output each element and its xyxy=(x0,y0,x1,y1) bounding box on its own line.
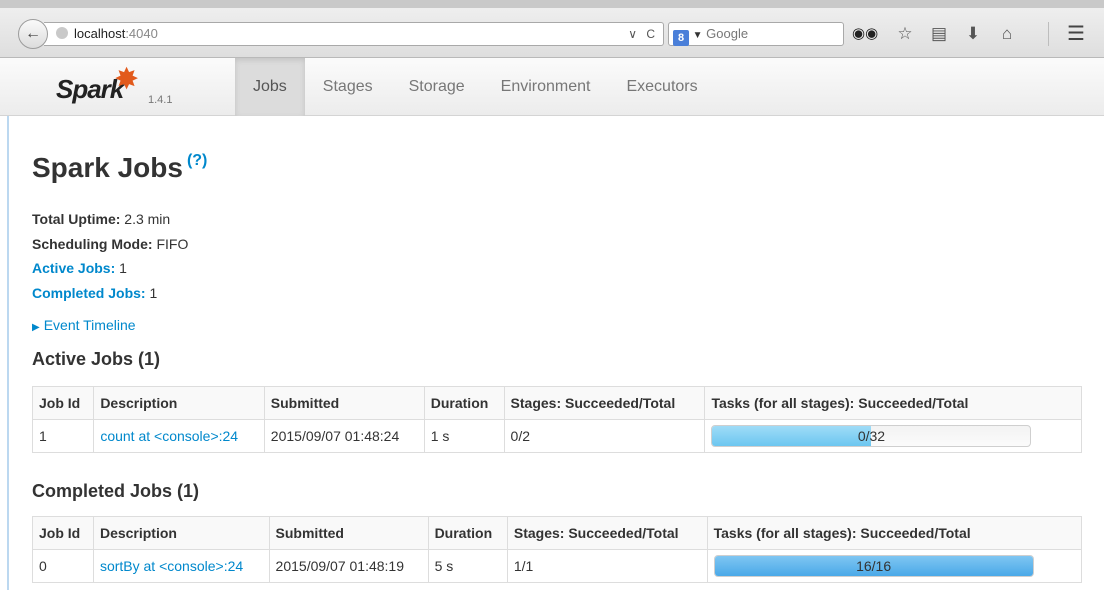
job-duration: 1 s xyxy=(423,419,505,453)
tab-environment[interactable]: Environment xyxy=(483,58,609,116)
search-input[interactable]: 8 ▼ Google xyxy=(668,22,844,46)
tab-strip xyxy=(0,0,1104,8)
col-description[interactable]: Description xyxy=(92,516,270,550)
job-description-link[interactable]: sortBy at <console>:24 xyxy=(92,549,270,583)
table-header-row: Job Id Description Submitted Duration St… xyxy=(31,386,1082,420)
progress-label: 0/32 xyxy=(857,428,886,444)
job-id: 0 xyxy=(32,549,94,583)
menu-icon[interactable]: ☰ xyxy=(1062,21,1090,47)
completed-jobs-title[interactable]: Completed Jobs (1) xyxy=(32,481,199,502)
job-stages: 0/2 xyxy=(503,419,706,453)
back-button[interactable]: ← xyxy=(18,19,48,49)
col-job-id[interactable]: Job Id xyxy=(32,516,94,550)
tasks-progress-bar: 16/16 xyxy=(713,555,1034,577)
spark-navbar: Spark ✸ 1.4.1 Jobs Stages Storage Enviro… xyxy=(0,58,1104,116)
completed-jobs-link[interactable]: Completed Jobs: xyxy=(32,285,146,301)
summary-mode: Scheduling Mode: FIFO xyxy=(32,232,188,257)
job-tasks: 0/32 xyxy=(704,419,1082,453)
summary-uptime: Total Uptime: 2.3 min xyxy=(32,207,188,232)
active-jobs-link[interactable]: Active Jobs: xyxy=(32,260,115,276)
tab-executors[interactable]: Executors xyxy=(608,58,715,116)
tab-storage[interactable]: Storage xyxy=(391,58,483,116)
mode-value: FIFO xyxy=(156,235,189,252)
clipboard-icon[interactable]: ▤ xyxy=(922,21,956,47)
page-title-text: Spark Jobs xyxy=(32,152,183,183)
completed-jobs-count: 1 xyxy=(149,284,158,301)
nav-tabs: Jobs Stages Storage Environment Executor… xyxy=(235,58,716,116)
tab-stages[interactable]: Stages xyxy=(305,58,391,116)
help-link[interactable]: (?) xyxy=(187,152,207,169)
tab-jobs[interactable]: Jobs xyxy=(235,58,305,116)
active-jobs-count: 1 xyxy=(119,260,127,276)
page-edge xyxy=(7,116,9,590)
job-id: 1 xyxy=(31,419,95,453)
divider xyxy=(1048,22,1049,46)
url-bar[interactable]: localhost:4040 ∨ C xyxy=(44,22,664,46)
col-submitted[interactable]: Submitted xyxy=(268,516,429,550)
table-header-row: Job Id Description Submitted Duration St… xyxy=(32,516,1083,550)
spark-star-icon: ✸ xyxy=(114,63,140,96)
chevron-down-icon[interactable]: ∨ xyxy=(628,27,637,41)
summary-completed[interactable]: Completed Jobs: 1 xyxy=(32,281,188,306)
chevron-down-icon[interactable]: ▼ xyxy=(693,30,703,41)
col-tasks[interactable]: Tasks (for all stages): Succeeded/Total xyxy=(704,386,1082,420)
col-description[interactable]: Description xyxy=(93,386,265,420)
job-submitted: 2015/09/07 01:48:19 xyxy=(268,549,429,583)
mode-label: Scheduling Mode: xyxy=(32,235,153,252)
col-duration[interactable]: Duration xyxy=(423,386,505,420)
progress-label: 16/16 xyxy=(856,558,892,574)
col-stages[interactable]: Stages: Succeeded/Total xyxy=(506,516,708,550)
tasks-progress-bar: 0/32 xyxy=(711,425,1032,447)
globe-icon xyxy=(56,27,68,39)
job-tasks: 16/16 xyxy=(706,549,1083,583)
col-submitted[interactable]: Submitted xyxy=(263,386,425,420)
star-icon[interactable]: ☆ xyxy=(888,21,922,47)
job-stages: 1/1 xyxy=(506,549,708,583)
binoculars-icon[interactable]: ◉◉ xyxy=(852,24,878,42)
active-jobs-title[interactable]: Active Jobs (1) xyxy=(32,349,160,370)
browser-toolbar: localhost:4040 ∨ C ← 8 ▼ Google ◉◉ ☆ ▤ ⬇… xyxy=(0,0,1104,58)
reload-icon[interactable]: C xyxy=(646,27,655,41)
caret-right-icon: ▶ xyxy=(32,322,40,333)
spark-logo[interactable]: Spark ✸ 1.4.1 xyxy=(56,63,206,112)
spark-version: 1.4.1 xyxy=(148,94,173,106)
col-job-id[interactable]: Job Id xyxy=(31,386,95,420)
job-submitted: 2015/09/07 01:48:24 xyxy=(263,419,425,453)
url-actions: ∨ C xyxy=(628,23,655,45)
table-row: 0 sortBy at <console>:24 2015/09/07 01:4… xyxy=(32,549,1083,583)
job-description-link[interactable]: count at <console>:24 xyxy=(93,419,265,453)
toolbar-icons: ☆ ▤ ⬇ ⌂ xyxy=(888,21,1024,47)
col-tasks[interactable]: Tasks (for all stages): Succeeded/Total xyxy=(706,516,1083,550)
url-host: localhost xyxy=(74,26,126,41)
event-timeline-label: Event Timeline xyxy=(43,317,136,333)
completed-jobs-table: Job Id Description Submitted Duration St… xyxy=(32,516,1083,583)
google-icon[interactable]: 8 xyxy=(673,30,689,46)
col-stages[interactable]: Stages: Succeeded/Total xyxy=(503,386,706,420)
event-timeline-toggle[interactable]: ▶ Event Timeline xyxy=(32,317,136,333)
uptime-label: Total Uptime: xyxy=(32,211,121,227)
download-icon[interactable]: ⬇ xyxy=(956,21,990,47)
table-row: 1 count at <console>:24 2015/09/07 01:48… xyxy=(31,419,1082,453)
summary-active[interactable]: Active Jobs: 1 xyxy=(32,256,188,281)
search-placeholder: Google xyxy=(706,26,749,41)
back-arrow-icon: ← xyxy=(25,25,41,42)
job-duration: 5 s xyxy=(427,549,508,583)
job-summary: Total Uptime: 2.3 min Scheduling Mode: F… xyxy=(32,207,188,305)
home-icon[interactable]: ⌂ xyxy=(990,21,1024,47)
url-port: :4040 xyxy=(125,26,158,41)
col-duration[interactable]: Duration xyxy=(427,516,508,550)
active-jobs-table: Job Id Description Submitted Duration St… xyxy=(31,386,1082,453)
page-title: Spark Jobs (?) xyxy=(32,152,207,184)
uptime-value: 2.3 min xyxy=(124,211,171,227)
